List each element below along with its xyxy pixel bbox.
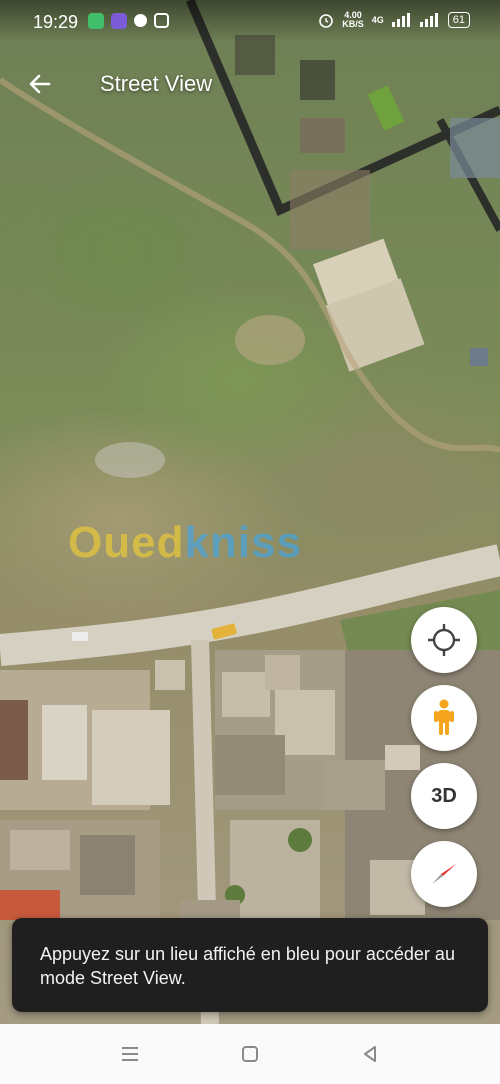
instagram-icon — [154, 13, 169, 28]
toggle-3d-label: 3D — [431, 784, 457, 807]
pegman-icon — [434, 699, 454, 735]
crosshair-icon — [428, 624, 460, 656]
back-arrow-icon — [29, 74, 51, 94]
toast-message: Appuyez sur un lieu affiché en bleu pour… — [40, 944, 455, 988]
menu-icon — [122, 1047, 138, 1061]
top-app-bar: Street View — [0, 58, 500, 110]
page-title: Street View — [100, 71, 213, 96]
watermark-part-2: kniss — [184, 518, 302, 567]
street-view-pegman-button[interactable] — [411, 685, 477, 751]
toggle-3d-button[interactable]: 3D — [411, 763, 477, 829]
network-type: 4G — [371, 15, 384, 25]
my-location-button[interactable] — [411, 607, 477, 673]
watermark-part-1: Oued — [68, 518, 185, 567]
system-navigation-bar — [0, 1024, 500, 1084]
back-button[interactable] — [22, 66, 58, 102]
signal-icon-2 — [419, 13, 438, 27]
facebook-icon — [134, 14, 147, 27]
net-speed-unit: KB/S — [342, 19, 364, 29]
watermark: Ouedkniss — [68, 518, 302, 568]
status-bar: 19:29 4.00 KB/S 4G 61 — [0, 0, 500, 42]
alarm-icon — [319, 14, 334, 28]
status-time: 19:29 — [33, 12, 79, 32]
recent-apps-button[interactable] — [110, 1038, 150, 1070]
street-view-hint-toast: Appuyez sur un lieu affiché en bleu pour… — [12, 918, 488, 1012]
home-square-icon — [242, 1046, 258, 1062]
back-triangle-icon — [364, 1046, 376, 1062]
net-speed: 4.00 KB/S — [342, 11, 364, 29]
notification-icons — [88, 13, 169, 29]
status-indicators: 4.00 KB/S 4G 61 — [318, 11, 470, 29]
back-nav-button[interactable] — [350, 1038, 390, 1070]
home-button[interactable] — [230, 1038, 270, 1070]
viber-icon — [111, 13, 127, 29]
battery-icon: 61 — [447, 12, 470, 28]
compass-button[interactable] — [411, 841, 477, 907]
compass-icon — [432, 864, 456, 884]
whatsapp-business-icon — [88, 13, 104, 29]
signal-icon — [391, 13, 410, 27]
